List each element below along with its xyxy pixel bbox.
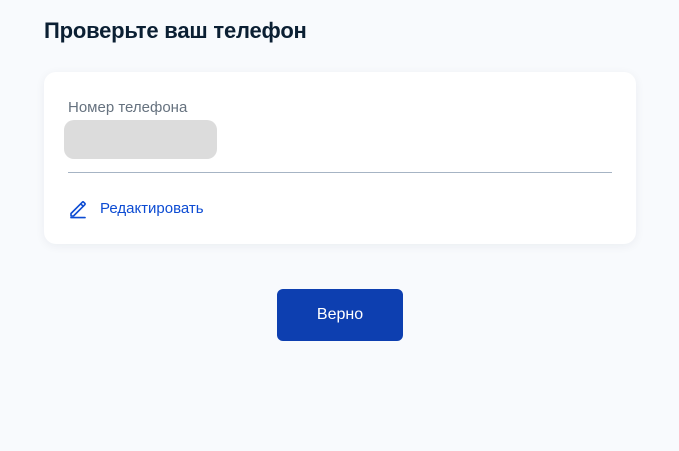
edit-phone-link[interactable]: Редактировать xyxy=(68,199,204,219)
pencil-icon xyxy=(68,199,88,219)
divider xyxy=(68,172,612,173)
phone-number-redacted xyxy=(64,120,217,159)
edit-link-label: Редактировать xyxy=(100,200,204,217)
phone-label: Номер телефона xyxy=(68,99,188,116)
confirm-button[interactable]: Верно xyxy=(277,289,403,341)
phone-card: Номер телефона Редактировать xyxy=(44,72,636,244)
page-title: Проверьте ваш телефон xyxy=(44,18,307,43)
